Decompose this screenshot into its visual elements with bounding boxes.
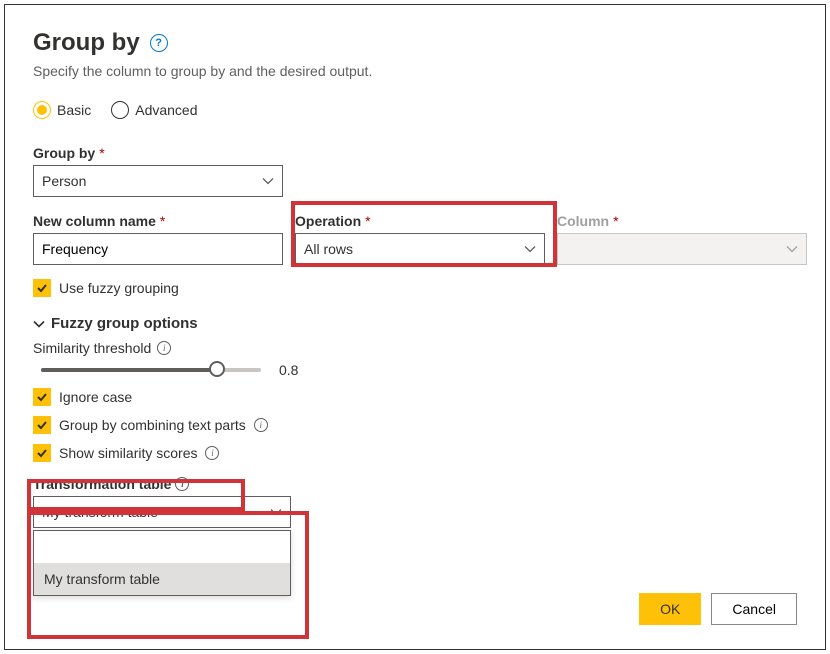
threshold-slider-row: 0.8: [33, 362, 797, 378]
chevron-down-icon: [786, 243, 798, 255]
checkbox-icon: [33, 279, 51, 297]
radio-circle-icon: [33, 101, 51, 119]
threshold-label: Similarity threshold: [33, 340, 151, 356]
use-fuzzy-checkbox[interactable]: Use fuzzy grouping: [33, 279, 797, 297]
transform-table-label: Transformation table: [33, 476, 171, 492]
ignore-case-checkbox[interactable]: Ignore case: [33, 388, 797, 406]
info-icon[interactable]: i: [157, 341, 171, 355]
radio-basic[interactable]: Basic: [33, 101, 91, 119]
radio-basic-label: Basic: [57, 102, 91, 118]
operation-value: All rows: [304, 241, 353, 257]
column-select: [557, 233, 807, 265]
dropdown-option-my-transform[interactable]: My transform table: [34, 563, 290, 595]
group-by-label: Group by *: [33, 145, 797, 161]
title-row: Group by ?: [33, 29, 797, 57]
chevron-down-icon: [33, 318, 45, 330]
info-icon[interactable]: i: [205, 446, 219, 460]
dialog-title: Group by: [33, 29, 140, 57]
info-icon[interactable]: i: [254, 418, 268, 432]
operation-label: Operation *: [295, 213, 545, 229]
required-indicator: *: [613, 213, 618, 229]
aggregation-row: New column name * Operation * All rows C…: [33, 213, 797, 265]
required-indicator: *: [365, 213, 370, 229]
transform-table-value: My transform table: [42, 504, 158, 520]
fuzzy-checkbox-list: Ignore case Group by combining text part…: [33, 388, 797, 462]
operation-field: Operation * All rows: [295, 213, 545, 265]
new-column-input[interactable]: [33, 233, 283, 265]
chevron-down-icon: [270, 506, 282, 518]
transform-table-dropdown: My transform table: [33, 530, 291, 596]
checkbox-icon: [33, 444, 51, 462]
radio-advanced-label: Advanced: [135, 102, 197, 118]
required-indicator: *: [99, 145, 104, 161]
threshold-value: 0.8: [279, 362, 298, 378]
info-icon[interactable]: i: [175, 477, 189, 491]
transformation-table-section: Transformation table i My transform tabl…: [33, 476, 797, 596]
dropdown-option-blank[interactable]: [34, 531, 290, 563]
radio-advanced[interactable]: Advanced: [111, 101, 197, 119]
group-by-dialog: Group by ? Specify the column to group b…: [4, 4, 826, 650]
cancel-button[interactable]: Cancel: [711, 593, 797, 625]
column-field: Column *: [557, 213, 807, 265]
checkbox-icon: [33, 416, 51, 434]
show-scores-checkbox[interactable]: Show similarity scores i: [33, 444, 797, 462]
chevron-down-icon: [524, 243, 536, 255]
fuzzy-header-label: Fuzzy group options: [51, 315, 198, 332]
help-icon[interactable]: ?: [150, 34, 168, 52]
new-column-label: New column name *: [33, 213, 283, 229]
radio-circle-icon: [111, 101, 129, 119]
mode-radio-group: Basic Advanced: [33, 101, 797, 119]
dialog-subtitle: Specify the column to group by and the d…: [33, 63, 797, 79]
group-by-field: Group by * Person: [33, 145, 797, 197]
use-fuzzy-label: Use fuzzy grouping: [59, 280, 179, 296]
operation-select[interactable]: All rows: [295, 233, 545, 265]
required-indicator: *: [160, 213, 165, 229]
transform-table-label-row: Transformation table i: [33, 476, 797, 492]
threshold-slider[interactable]: [41, 368, 261, 372]
column-label: Column *: [557, 213, 807, 229]
show-scores-label: Show similarity scores: [59, 445, 197, 461]
slider-thumb[interactable]: [209, 361, 225, 377]
group-by-value: Person: [42, 173, 86, 189]
combine-parts-label: Group by combining text parts: [59, 417, 246, 433]
fuzzy-options-header[interactable]: Fuzzy group options: [33, 315, 797, 332]
ok-button[interactable]: OK: [639, 593, 701, 625]
group-by-select[interactable]: Person: [33, 165, 283, 197]
dialog-buttons: OK Cancel: [639, 593, 797, 625]
chevron-down-icon: [262, 175, 274, 187]
threshold-label-row: Similarity threshold i: [33, 340, 797, 356]
ignore-case-label: Ignore case: [59, 389, 132, 405]
transform-table-select[interactable]: My transform table: [33, 496, 291, 528]
fuzzy-options-body: Similarity threshold i 0.8 Ignore case G: [33, 340, 797, 596]
new-column-field: New column name *: [33, 213, 283, 265]
checkbox-icon: [33, 388, 51, 406]
combine-parts-checkbox[interactable]: Group by combining text parts i: [33, 416, 797, 434]
slider-fill: [41, 368, 217, 372]
